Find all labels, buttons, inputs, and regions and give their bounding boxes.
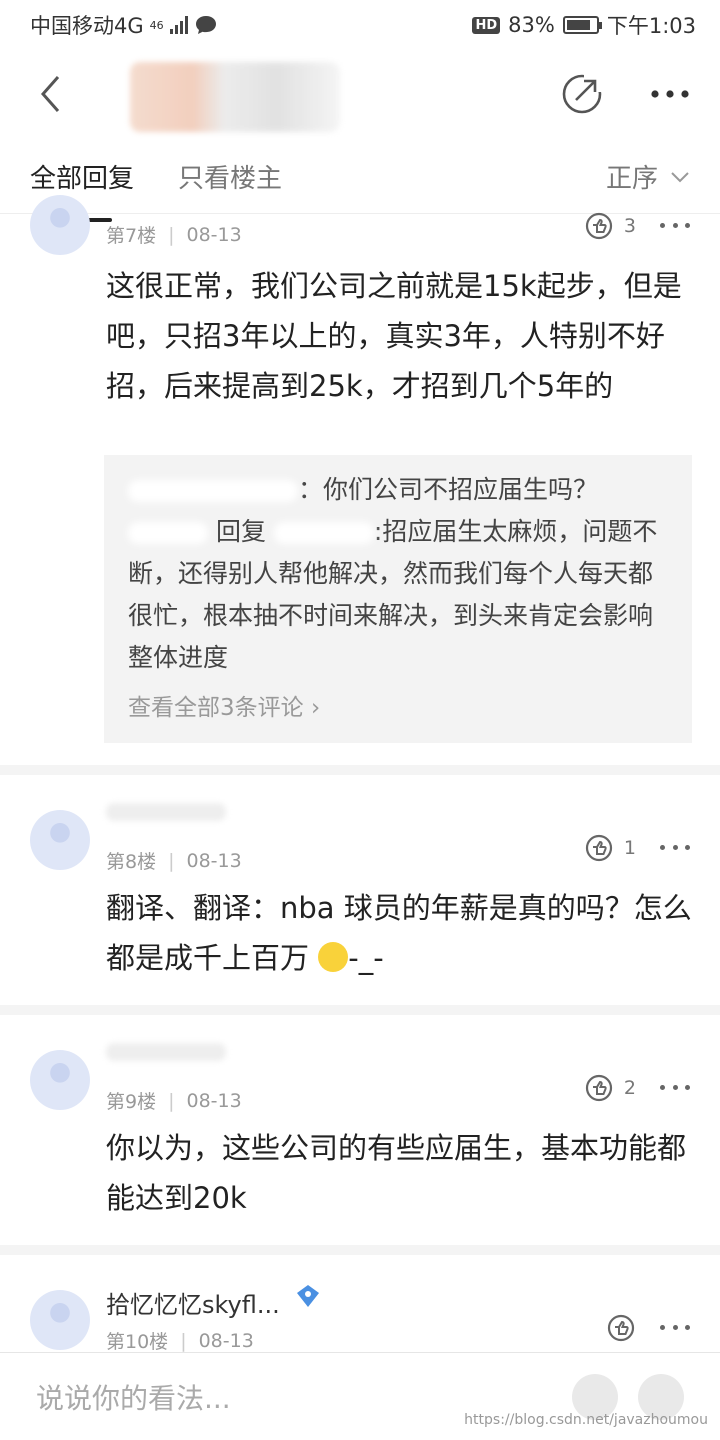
post-content: 翻译、翻译：nba 球员的年薪是真的吗？怎么都是成千上百万 -_- xyxy=(106,883,694,983)
sub-reply: ：你们公司不招应届生吗？ xyxy=(128,469,670,511)
poster-avatar-blurred[interactable] xyxy=(130,62,340,132)
post-date: 08-13 xyxy=(186,223,242,246)
reply-tabs: 全部回复 只看楼主 正序 xyxy=(0,140,720,222)
network-label: 46 xyxy=(149,18,164,32)
sort-dropdown[interactable]: 正序 xyxy=(606,158,690,195)
like-count: 1 xyxy=(623,837,636,859)
post-meta: 第9楼 | 08-13 xyxy=(106,1087,242,1114)
post-more-button[interactable] xyxy=(660,1077,690,1097)
username[interactable]: 拾忆忆忆skyfl... xyxy=(106,1283,321,1320)
battery-icon xyxy=(562,16,602,34)
post-date: 08-13 xyxy=(198,1329,254,1352)
floor-label: 第10楼 xyxy=(106,1331,169,1353)
status-bar: 中国移动4G 46 HD 83% 下午1:03 xyxy=(0,0,720,50)
comment-input[interactable]: 说说你的看法... xyxy=(36,1377,231,1417)
post-date: 08-13 xyxy=(186,1089,242,1112)
chevron-down-icon xyxy=(671,171,689,182)
reply-floor-7: 第7楼 | 08-13 3 这很正常，我们公司之前就是15k起步，但是吧，只招3年… xyxy=(0,195,720,775)
tab-all-replies[interactable]: 全部回复 xyxy=(30,158,134,222)
username-blurred[interactable] xyxy=(106,1043,226,1061)
sort-label: 正序 xyxy=(605,164,658,194)
post-text-tail: -_- xyxy=(348,941,384,975)
post-meta: 第7楼 | 08-13 xyxy=(106,221,242,248)
like-button[interactable] xyxy=(606,1313,636,1343)
reply-label: 回复 xyxy=(215,517,266,546)
verified-badge-icon xyxy=(297,1285,320,1307)
post-text: 翻译、翻译：nba 球员的年薪是真的吗？怎么都是成千上百万 xyxy=(106,891,692,975)
sub-reply-text: ：你们公司不招应届生吗？ xyxy=(298,475,599,504)
floor-label: 第7楼 xyxy=(106,225,157,247)
post-more-button[interactable] xyxy=(660,215,690,235)
floor-label: 第9楼 xyxy=(106,1091,157,1113)
like-count: 2 xyxy=(623,1077,636,1099)
post-meta: 第10楼 | 08-13 xyxy=(106,1327,254,1354)
username-blurred[interactable] xyxy=(106,803,226,821)
post-content: 这很正常，我们公司之前就是15k起步，但是吧，只招3年以上的，真实3年，人特别不… xyxy=(106,269,682,403)
reply-floor-9: 第9楼 | 08-13 2 你以为，这些公司的有些应届生，基本功能都能达到20k xyxy=(0,1015,720,1255)
thumb-up-icon xyxy=(585,212,613,240)
battery-percent: 83% xyxy=(508,13,555,37)
avatar[interactable] xyxy=(30,1050,90,1110)
post-date: 08-13 xyxy=(186,849,242,872)
post-content: 你以为，这些公司的有些应届生，基本功能都能达到20k xyxy=(106,1131,687,1215)
view-all-comments-link[interactable]: 查看全部3条评论 › xyxy=(128,687,670,729)
like-button[interactable]: 2 xyxy=(584,1073,636,1103)
thumb-up-icon xyxy=(585,1074,613,1102)
clock: 下午1:03 xyxy=(606,14,696,38)
chevron-left-icon xyxy=(40,76,60,112)
like-count: 3 xyxy=(623,215,636,237)
signal-icon xyxy=(169,16,188,34)
tab-owner-only[interactable]: 只看楼主 xyxy=(178,158,282,195)
avatar[interactable] xyxy=(30,195,90,255)
message-icon xyxy=(195,16,216,34)
post-more-button[interactable] xyxy=(660,1317,690,1337)
sub-reply: 回复 :招应届生太麻烦，问题不断，还得别人帮他解决，然而我们每个人每天都很忙，根… xyxy=(128,511,670,679)
thumb-up-icon xyxy=(585,834,613,862)
carrier-label: 中国移动4G xyxy=(30,14,144,38)
reply-floor-8: 第8楼 | 08-13 1 翻译、翻译：nba 球员的年薪是真的吗？怎么都是成千上… xyxy=(0,775,720,1015)
nav-bar xyxy=(0,52,720,136)
thumb-up-icon xyxy=(607,1314,635,1342)
sub-replies[interactable]: ：你们公司不招应届生吗？ 回复 :招应届生太麻烦，问题不断，还得别人帮他解决，然… xyxy=(104,455,692,743)
sub-reply-text: :招应届生太麻烦，问题不断，还得别人帮他解决，然而我们每个人每天都很忙，根本抽不… xyxy=(128,517,658,672)
more-menu-icon[interactable] xyxy=(650,89,690,99)
reply-floor-10: 拾忆忆忆skyfl... 第10楼 | 08-13 xyxy=(0,1255,720,1354)
hd-badge: HD xyxy=(472,16,501,34)
like-button[interactable]: 1 xyxy=(584,833,636,863)
watermark: https://blog.csdn.net/javazhoumou xyxy=(464,1412,708,1428)
avatar[interactable] xyxy=(30,1290,90,1350)
avatar[interactable] xyxy=(30,810,90,870)
share-icon[interactable] xyxy=(560,72,604,116)
sweat-emoji-icon xyxy=(318,942,349,972)
post-meta: 第8楼 | 08-13 xyxy=(106,847,242,874)
floor-label: 第8楼 xyxy=(106,851,157,873)
post-more-button[interactable] xyxy=(660,837,690,857)
back-button[interactable] xyxy=(30,74,70,114)
like-button[interactable]: 3 xyxy=(584,211,636,241)
